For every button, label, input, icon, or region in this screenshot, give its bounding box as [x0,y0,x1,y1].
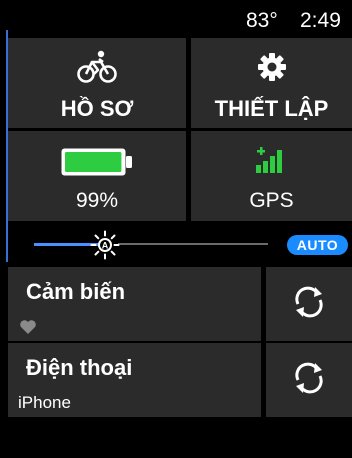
gear-icon [191,50,352,84]
controls-screen: 83° 2:49 HỒ SƠ THIẾT LẬP 99% GPS A AUTO … [8,0,352,458]
sync-icon [289,358,329,403]
battery-percent: 99% [75,189,119,212]
profile-tile[interactable]: HỒ SƠ [8,38,186,128]
temperature-readout: 83° [246,9,278,32]
left-edge [0,0,8,458]
auto-brightness-toggle[interactable]: AUTO [287,235,348,255]
phone-row[interactable]: Điện thoại iPhone [8,343,261,417]
phone-sync-button[interactable] [266,343,352,417]
brightness-slider-track[interactable] [118,243,268,245]
gps-tile: GPS [191,131,352,221]
gps-signal-icon [191,145,352,179]
sensors-row[interactable]: Cảm biến [8,267,261,341]
phone-title: Điện thoại [26,355,133,380]
bicycle-icon [8,50,186,84]
battery-tile: 99% [8,131,186,221]
sun-icon[interactable]: A [90,230,120,260]
sensors-title: Cảm biến [26,279,126,304]
sensors-sync-button[interactable] [266,267,352,341]
status-bar: 83° 2:49 [8,0,352,36]
clock: 2:49 [300,9,341,32]
heart-icon [19,319,37,340]
profile-label: HỒ SƠ [60,96,134,121]
brightness-slider[interactable]: A AUTO [8,224,352,264]
bottom-strip [8,420,352,458]
sync-icon [289,282,329,327]
settings-label: THIẾT LẬP [214,96,329,121]
gps-label: GPS [249,189,294,212]
phone-device-name: iPhone [18,393,71,412]
battery-icon [8,145,186,179]
svg-text:A: A [102,241,109,251]
settings-tile[interactable]: THIẾT LẬP [191,38,352,128]
